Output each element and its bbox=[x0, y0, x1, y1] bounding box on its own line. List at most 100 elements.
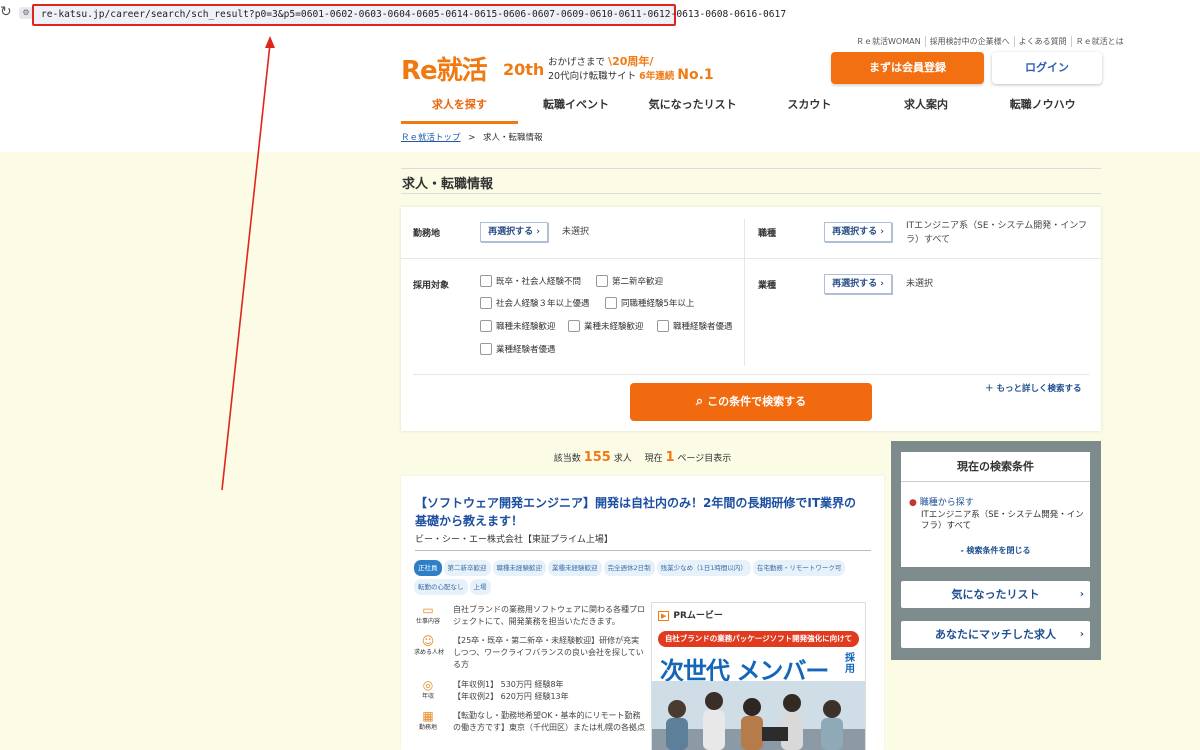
target-option-4[interactable]: 同職種経験5年以上 bbox=[605, 297, 694, 309]
info-row-salary: ◎ 年収 【年収例1】 530万円 経験8年 【年収例2】 620万円 経験13年 bbox=[414, 679, 646, 703]
site-header bbox=[0, 30, 1200, 152]
nav-item-job-guide[interactable]: 求人案内 bbox=[868, 96, 985, 124]
target-option-5[interactable]: 職種未経験歓迎 bbox=[480, 320, 556, 332]
target-option-8[interactable]: 業種経験者優遇 bbox=[480, 343, 556, 355]
person-icon: ☺ bbox=[421, 634, 435, 648]
login-button[interactable]: ログイン bbox=[992, 52, 1102, 84]
info-text: 【25卒・既卒・第二新卒・未経験歓迎】研修が充実しつつ、ワークライフバランスの良… bbox=[453, 636, 644, 669]
row-divider bbox=[413, 374, 1089, 375]
address-bar[interactable]: re-katsu.jp/career/search/sch_result?p0=… bbox=[32, 4, 786, 26]
top-link-faq[interactable]: よくある質問 bbox=[1013, 36, 1071, 47]
company-name: ビー・シー・エー株式会社【東証プライム上場】 bbox=[415, 532, 871, 551]
browser-toolbar: ↻ ⚙ re-katsu.jp/career/search/sch_result… bbox=[0, 0, 1200, 30]
breadcrumb: Ｒｅ就活トップ > 求人・転職情報 bbox=[401, 131, 543, 143]
top-link-woman[interactable]: Ｒｅ就活WOMAN bbox=[852, 36, 925, 47]
location-value: 未選択 bbox=[562, 227, 590, 237]
checkbox[interactable] bbox=[480, 275, 492, 287]
job-title[interactable]: 【ソフトウェア開発エンジニア】開発は自社内のみ！2年間の長期研修でIT業界の基礎… bbox=[415, 494, 865, 530]
row-divider bbox=[401, 258, 1101, 259]
location-label: 勤務地 bbox=[413, 229, 441, 239]
job-type-value: ITエンジニア系（SE・システム開発・インフラ）すべて bbox=[906, 221, 1088, 245]
checkbox[interactable] bbox=[480, 297, 492, 309]
site-logo[interactable]: Re就活 20th bbox=[401, 50, 545, 86]
tagline-no1: No.1 bbox=[677, 67, 714, 83]
industry-label: 業種 bbox=[758, 281, 777, 291]
job-type-label: 職種 bbox=[758, 229, 777, 239]
checkbox[interactable] bbox=[596, 275, 608, 287]
top-link-about[interactable]: Ｒｅ就活とは bbox=[1070, 36, 1128, 47]
nav-item-scout[interactable]: スカウト bbox=[751, 96, 868, 124]
nav-item-search-jobs[interactable]: 求人を探す bbox=[401, 96, 518, 124]
close-conditions-link[interactable]: - 検索条件を閉じる bbox=[901, 545, 1090, 556]
logo-badge: 20th bbox=[503, 60, 545, 79]
target-option-1[interactable]: 既卒・社会人経験不問 bbox=[480, 275, 581, 287]
current-conditions-title: 現在の検索条件 bbox=[901, 458, 1090, 482]
result-count-number: 155 bbox=[583, 450, 611, 465]
current-conditions-box: 現在の検索条件 ● 職種から探す ITエンジニア系（SE・システム開発・インフラ… bbox=[901, 452, 1090, 567]
map-icon: ▦ bbox=[422, 709, 434, 723]
target-label: 採用対象 bbox=[413, 281, 450, 291]
info-text: 【年収例1】 530万円 経験8年 【年収例2】 620万円 経験13年 bbox=[453, 680, 569, 701]
target-option-7[interactable]: 職種経験者優遇 bbox=[657, 320, 733, 332]
job-tag: 職種未経験歓迎 bbox=[492, 560, 546, 576]
info-row-location: ▦ 勤務地 【転勤なし・勤務地希望OK・基本的にリモート勤務の働き方です】東京（千… bbox=[414, 710, 646, 734]
tagline-line2: 20代向け転職サイト 6年連続 No.1 bbox=[548, 67, 714, 83]
job-tag: 第二新卒歓迎 bbox=[443, 560, 491, 576]
search-icon: ⌕ bbox=[695, 394, 704, 409]
criteria-link[interactable]: ● 職種から探す bbox=[909, 495, 974, 508]
pr-banner: 自社ブランドの業務パッケージソフト開発強化に向けて bbox=[658, 631, 859, 647]
job-tag: 業種未経験歓迎 bbox=[548, 560, 602, 576]
job-tag: 在宅勤務・リモートワーク可 bbox=[752, 560, 846, 576]
nav-item-knowhow[interactable]: 転職ノウハウ bbox=[984, 96, 1101, 124]
main-nav: 求人を探す 転職イベント 気になったリスト スカウト 求人案内 転職ノウハウ bbox=[401, 96, 1101, 124]
info-text: 【転勤なし・勤務地希望OK・基本的にリモート勤務の働き方です】東京（千代田区）ま… bbox=[453, 711, 645, 732]
search-submit-button[interactable]: ⌕ この条件で検索する bbox=[630, 383, 872, 421]
criteria-value: ITエンジニア系（SE・システム開発・インフラ）すべて bbox=[921, 510, 1084, 531]
site-info-icon[interactable]: ⚙ bbox=[19, 7, 33, 19]
job-tag: 完全週休2日制 bbox=[603, 560, 655, 576]
job-tags: 正社員 第二新卒歓迎 職種未経験歓迎 業種未経験歓迎 完全週休2日制 残業少なめ（1日1時… bbox=[414, 560, 874, 598]
target-option-2[interactable]: 第二新卒歓迎 bbox=[596, 275, 663, 287]
register-button[interactable]: まずは会員登録 bbox=[831, 52, 984, 84]
checkbox[interactable] bbox=[657, 320, 669, 332]
matched-jobs-button[interactable]: あなたにマッチした求人 › bbox=[901, 621, 1090, 648]
info-text: 自社ブランドの業務用ソフトウェアに関わる各種プロジェクトにて、開発業務を担当いた… bbox=[453, 605, 645, 626]
briefcase-icon: ▭ bbox=[422, 603, 434, 617]
industry-value: 未選択 bbox=[906, 279, 934, 289]
saved-list-button[interactable]: 気になったリスト › bbox=[901, 581, 1090, 608]
chevron-right-icon: › bbox=[1079, 589, 1084, 600]
checkbox[interactable] bbox=[480, 320, 492, 332]
job-tag: 転勤の心配なし bbox=[414, 579, 468, 595]
nav-item-events[interactable]: 転職イベント bbox=[518, 96, 635, 124]
people-photo-placeholder bbox=[652, 681, 865, 750]
checkbox[interactable] bbox=[568, 320, 580, 332]
breadcrumb-separator: > bbox=[468, 133, 476, 143]
info-row-person: ☺ 求める人材 【25卒・既卒・第二新卒・未経験歓迎】研修が充実しつつ、ワークライ… bbox=[414, 635, 646, 671]
coin-icon: ◎ bbox=[422, 678, 434, 692]
column-divider bbox=[744, 219, 745, 366]
checkbox[interactable] bbox=[480, 343, 492, 355]
tag-employment-type: 正社員 bbox=[414, 560, 442, 576]
reselect-location-button[interactable]: 再選択する › bbox=[480, 222, 548, 242]
top-links: Ｒｅ就活WOMAN 採用検討中の企業様へ よくある質問 Ｒｅ就活とは bbox=[852, 36, 1128, 47]
advanced-search-link[interactable]: ＋ もっと詳しく検索する bbox=[985, 382, 1081, 394]
pr-video-thumbnail[interactable] bbox=[652, 681, 865, 750]
reselect-industry-button[interactable]: 再選択する › bbox=[824, 274, 892, 294]
job-card: 【ソフトウェア開発エンジニア】開発は自社内のみ！2年間の長期研修でIT業界の基礎… bbox=[401, 476, 884, 750]
chevron-right-icon: › bbox=[536, 227, 540, 237]
reload-icon[interactable]: ↻ bbox=[0, 4, 12, 20]
url-text[interactable]: re-katsu.jp/career/search/sch_result?p0=… bbox=[41, 9, 786, 20]
target-option-6[interactable]: 業種未経験歓迎 bbox=[568, 320, 644, 332]
pr-side-word: 採用 bbox=[845, 653, 855, 675]
top-link-company[interactable]: 採用検討中の企業様へ bbox=[924, 36, 1014, 47]
result-count: 該当数 155 求人 現在 1 ページ目表示 bbox=[553, 450, 732, 465]
breadcrumb-home[interactable]: Ｒｅ就活トップ bbox=[401, 133, 461, 143]
page-title: 求人・転職情報 bbox=[401, 168, 1101, 194]
reselect-job-type-button[interactable]: 再選択する › bbox=[824, 222, 892, 242]
arrow-circle-icon: ● bbox=[909, 498, 917, 508]
current-page-number: 1 bbox=[665, 450, 675, 465]
nav-item-saved-list[interactable]: 気になったリスト bbox=[634, 96, 751, 124]
target-option-3[interactable]: 社会人経験３年以上優遇 bbox=[480, 297, 590, 309]
checkbox[interactable] bbox=[605, 297, 617, 309]
pr-movie[interactable]: ▶ PRムービー 自社ブランドの業務パッケージソフト開発強化に向けて 次世代 メン… bbox=[651, 602, 866, 750]
